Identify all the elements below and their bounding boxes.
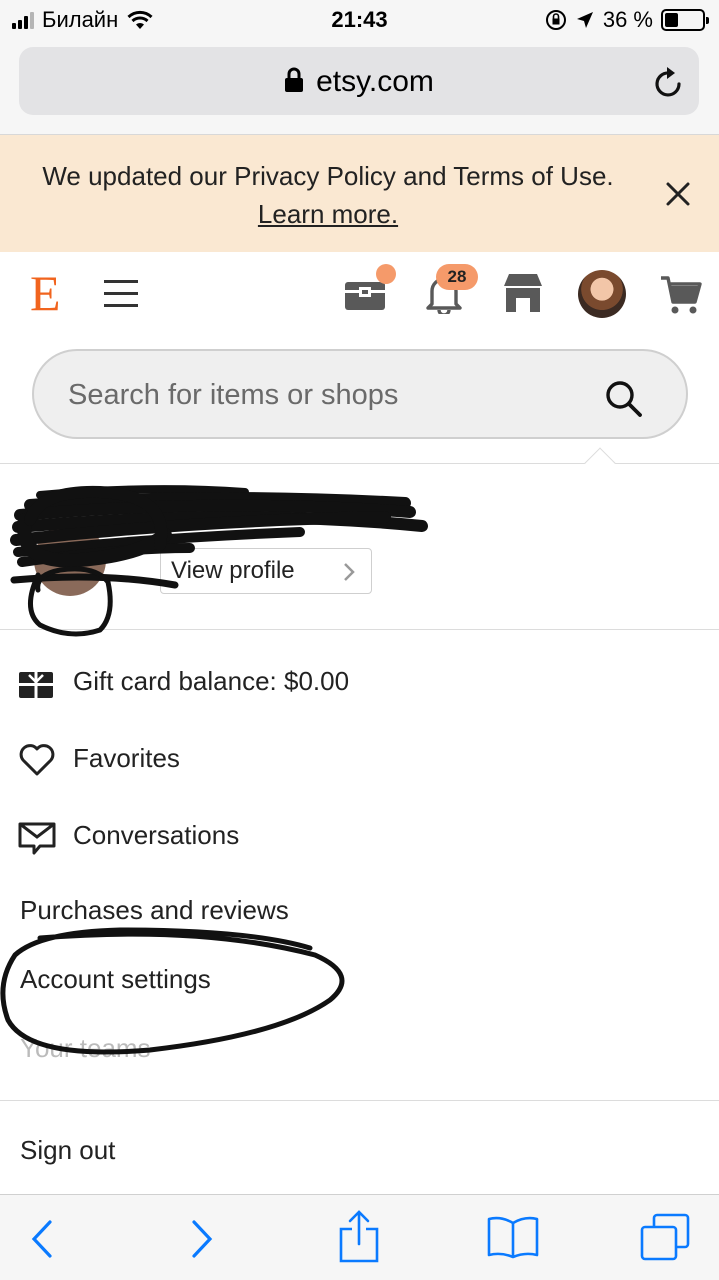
- browser-bottom-toolbar: [0, 1194, 719, 1280]
- search-icon[interactable]: [604, 379, 644, 419]
- favorites-label: Favorites: [73, 743, 180, 773]
- status-right: 36 %: [545, 7, 709, 33]
- reload-icon[interactable]: [653, 65, 685, 99]
- menu-divider: [0, 1100, 719, 1101]
- privacy-banner: We updated our Privacy Policy and Terms …: [0, 135, 719, 252]
- gift-card-icon: [19, 672, 53, 698]
- close-icon[interactable]: [665, 181, 691, 207]
- status-bar: Билайн 21:43 36 %: [0, 0, 719, 40]
- share-icon[interactable]: [338, 1209, 380, 1263]
- lock-icon: [285, 67, 304, 92]
- browser-toolbar: etsy.com: [0, 40, 719, 135]
- url-text: etsy.com: [316, 65, 434, 98]
- forward-arrow-icon[interactable]: [190, 1219, 214, 1259]
- learn-more-link[interactable]: Learn more.: [258, 199, 398, 229]
- your-teams-label: Your teams: [20, 1033, 151, 1063]
- view-profile-label: View profile: [171, 557, 295, 584]
- user-avatar[interactable]: [578, 270, 626, 318]
- menu-conversations[interactable]: Conversations: [0, 806, 719, 866]
- hamburger-menu-icon[interactable]: [104, 278, 138, 310]
- battery-percent: 36 %: [602, 7, 653, 32]
- heart-icon: [19, 744, 55, 776]
- conversations-label: Conversations: [73, 820, 240, 850]
- menu-your-teams[interactable]: Your teams: [0, 1019, 719, 1079]
- back-arrow-icon[interactable]: [30, 1219, 54, 1259]
- chevron-right-icon: [344, 563, 355, 581]
- account-settings-label: Account settings: [20, 964, 211, 994]
- orientation-lock-icon: [545, 10, 566, 30]
- profile-section: View profile: [0, 464, 719, 630]
- address-bar[interactable]: etsy.com: [19, 47, 699, 115]
- purchases-label: Purchases and reviews: [20, 895, 289, 925]
- sign-out-label: Sign out: [20, 1135, 116, 1165]
- shop-manager-icon[interactable]: [502, 272, 544, 314]
- notification-count-badge: 28: [436, 264, 478, 290]
- location-arrow-icon: [576, 12, 593, 28]
- menu-favorites[interactable]: Favorites: [0, 729, 719, 789]
- menu-sign-out[interactable]: Sign out: [0, 1121, 719, 1181]
- search-input[interactable]: [68, 379, 588, 412]
- envelope-icon: [18, 822, 56, 855]
- etsy-logo[interactable]: E: [30, 268, 61, 318]
- banner-message: We updated our Privacy Policy and Terms …: [42, 161, 614, 191]
- tabs-icon[interactable]: [640, 1213, 690, 1261]
- view-profile-button[interactable]: View profile: [160, 548, 372, 594]
- bookmarks-icon[interactable]: [486, 1215, 540, 1259]
- search-bar: [32, 349, 688, 439]
- menu-account-settings[interactable]: Account settings: [0, 950, 719, 1010]
- menu-gift-card[interactable]: Gift card balance: $0.00: [0, 652, 719, 712]
- menu-purchases[interactable]: Purchases and reviews: [0, 881, 719, 941]
- battery-icon: [661, 9, 709, 31]
- cart-icon[interactable]: [660, 274, 702, 316]
- updates-badge: [376, 264, 396, 284]
- profile-avatar[interactable]: [34, 524, 106, 596]
- gift-card-balance: Gift card balance: $0.00: [73, 666, 350, 696]
